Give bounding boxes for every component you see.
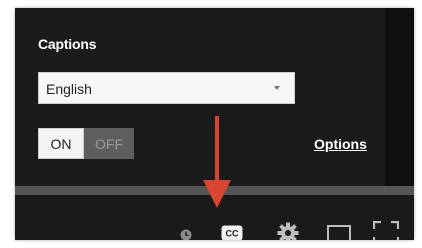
captions-off-button[interactable]: OFF <box>84 128 134 159</box>
chevron-down-icon <box>274 86 280 90</box>
caption-language-select[interactable]: English <box>38 72 295 104</box>
cc-label: CC <box>226 229 239 239</box>
panel-edge <box>385 8 414 186</box>
captions-panel: Captions English ON OFF Options <box>15 8 385 186</box>
caption-language-value: English <box>46 81 92 97</box>
captions-title: Captions <box>38 36 97 52</box>
fullscreen-icon[interactable] <box>373 221 399 240</box>
clock-icon[interactable] <box>180 229 192 240</box>
gear-icon[interactable] <box>277 222 299 240</box>
captions-toggle[interactable]: ON OFF <box>38 128 134 159</box>
captions-options-link[interactable]: Options <box>314 136 367 152</box>
miniplayer-icon[interactable] <box>327 225 351 240</box>
captions-on-button[interactable]: ON <box>38 128 84 159</box>
annotation-arrow <box>203 116 231 208</box>
closed-captions-icon[interactable]: CC <box>221 225 243 240</box>
